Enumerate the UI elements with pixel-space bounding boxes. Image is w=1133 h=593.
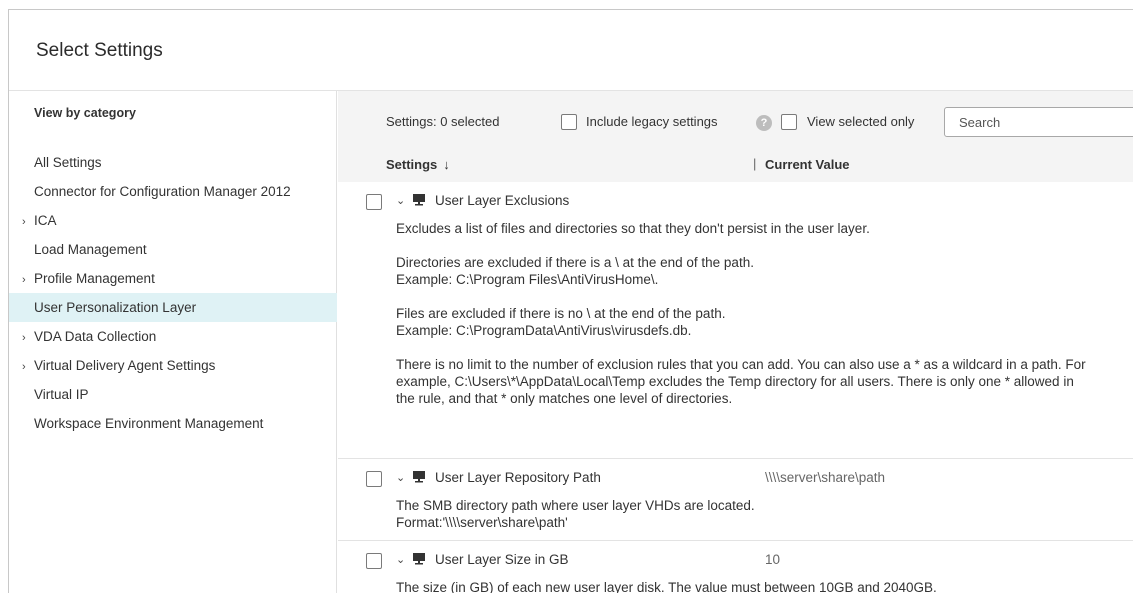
search-input[interactable]: [944, 107, 1133, 137]
view-selected-label[interactable]: View selected only: [807, 114, 914, 129]
sidebar-item-label: Workspace Environment Management: [34, 416, 264, 431]
setting-name[interactable]: User Layer Exclusions: [435, 193, 569, 208]
monitor-icon: [413, 553, 425, 565]
chevron-down-icon[interactable]: ⌄: [396, 553, 405, 566]
setting-description: The size (in GB) of each new user layer …: [396, 579, 1096, 593]
sidebar-item-label: ICA: [34, 213, 57, 228]
column-header-current-value: Current Value: [765, 157, 850, 172]
sidebar-item-label: Profile Management: [34, 271, 155, 286]
view-selected-checkbox[interactable]: [781, 114, 797, 130]
category-list: All Settings Connector for Configuration…: [9, 148, 337, 438]
chevron-right-icon[interactable]: ›: [22, 208, 34, 237]
chevron-right-icon[interactable]: ›: [22, 266, 34, 295]
help-icon[interactable]: ?: [756, 115, 772, 131]
selected-count: Settings: 0 selected: [386, 114, 500, 129]
sidebar-item-label: VDA Data Collection: [34, 329, 157, 344]
chevron-right-icon[interactable]: ›: [22, 353, 34, 382]
row-checkbox[interactable]: [366, 471, 382, 487]
sidebar-item-label: All Settings: [34, 155, 102, 170]
description-paragraph: Excludes a list of files and directories…: [396, 221, 870, 236]
table-row: ⌄ User Layer Repository Path \\\\server\…: [338, 459, 1133, 541]
sort-down-icon[interactable]: ↓: [443, 157, 450, 172]
sidebar-item-profile-management[interactable]: › Profile Management: [9, 264, 337, 293]
select-settings-dialog: Select Settings View by category All Set…: [8, 9, 1133, 593]
sidebar-item-connector-config-manager[interactable]: Connector for Configuration Manager 2012: [9, 177, 337, 206]
settings-panel: Settings: 0 selected Include legacy sett…: [338, 91, 1133, 593]
category-sidebar: View by category All Settings Connector …: [9, 91, 337, 593]
sidebar-item-virtual-ip[interactable]: Virtual IP: [9, 380, 337, 409]
sidebar-item-vda-data-collection[interactable]: › VDA Data Collection: [9, 322, 337, 351]
chevron-down-icon[interactable]: ⌄: [396, 471, 405, 484]
chevron-down-icon[interactable]: ⌄: [396, 194, 405, 207]
chevron-right-icon[interactable]: ›: [22, 324, 34, 353]
settings-toolbar: Settings: 0 selected Include legacy sett…: [338, 91, 1133, 137]
table-row: ⌄ User Layer Exclusions Excludes a list …: [338, 182, 1133, 459]
setting-current-value: 10: [765, 552, 781, 567]
sidebar-item-user-personalization-layer[interactable]: User Personalization Layer: [9, 293, 337, 322]
sidebar-item-load-management[interactable]: Load Management: [9, 235, 337, 264]
setting-description: Excludes a list of files and directories…: [396, 220, 1096, 407]
sidebar-heading: View by category: [34, 106, 136, 120]
column-separator: |: [753, 156, 757, 171]
description-paragraph: Directories are excluded if there is a \…: [396, 255, 754, 287]
monitor-icon: [413, 194, 425, 206]
table-row: ⌄ User Layer Size in GB 10 The size (in …: [338, 541, 1133, 593]
description-paragraph: Files are excluded if there is no \ at t…: [396, 306, 726, 338]
include-legacy-checkbox[interactable]: [561, 114, 577, 130]
row-checkbox[interactable]: [366, 194, 382, 210]
sidebar-item-label: Virtual Delivery Agent Settings: [34, 358, 216, 373]
sidebar-item-label: User Personalization Layer: [34, 300, 197, 315]
sidebar-item-all-settings[interactable]: All Settings: [9, 148, 337, 177]
setting-name[interactable]: User Layer Size in GB: [435, 552, 569, 567]
setting-name[interactable]: User Layer Repository Path: [435, 470, 601, 485]
sidebar-item-vda-settings[interactable]: › Virtual Delivery Agent Settings: [9, 351, 337, 380]
setting-description: The SMB directory path where user layer …: [396, 497, 1096, 531]
table-header: Settings ↓ | Current Value: [338, 137, 1133, 182]
description-paragraph: There is no limit to the number of exclu…: [396, 357, 1086, 406]
sidebar-item-label: Connector for Configuration Manager 2012: [34, 184, 291, 199]
sidebar-item-label: Load Management: [34, 242, 147, 257]
description-paragraph: The size (in GB) of each new user layer …: [396, 580, 937, 593]
description-paragraph: The SMB directory path where user layer …: [396, 498, 755, 530]
page-title: Select Settings: [36, 40, 163, 61]
column-header-settings[interactable]: Settings ↓: [386, 157, 450, 172]
sidebar-item-workspace-env-management[interactable]: Workspace Environment Management: [9, 409, 337, 438]
setting-current-value: \\\\server\share\path: [765, 470, 886, 485]
include-legacy-label[interactable]: Include legacy settings: [586, 114, 718, 129]
sidebar-item-ica[interactable]: › ICA: [9, 206, 337, 235]
column-header-label: Settings: [386, 157, 438, 172]
monitor-icon: [413, 471, 425, 483]
row-checkbox[interactable]: [366, 553, 382, 569]
sidebar-item-label: Virtual IP: [34, 387, 89, 402]
